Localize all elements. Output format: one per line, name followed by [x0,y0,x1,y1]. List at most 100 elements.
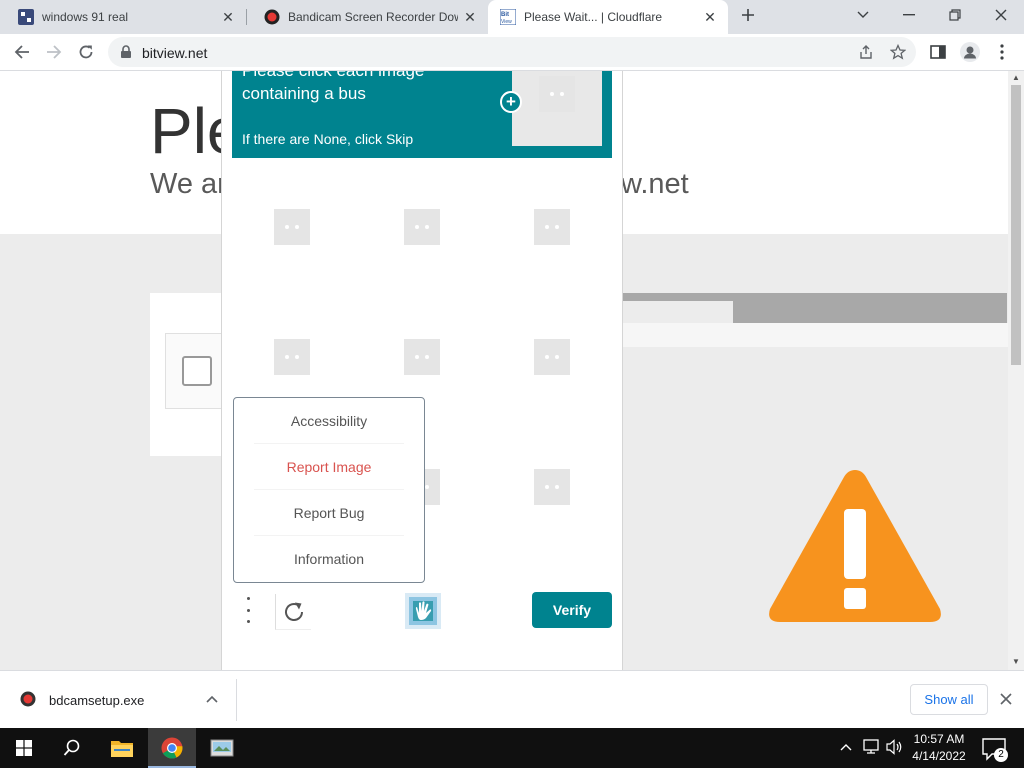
chevron-up-icon[interactable] [840,743,852,751]
clock-date[interactable]: 4/14/2022 [908,749,970,763]
image-placeholder [534,469,570,505]
star-icon[interactable] [890,44,906,60]
show-all-button[interactable]: Show all [910,684,988,715]
address-text: bitview.net [142,45,208,61]
restore-button[interactable] [932,0,978,30]
new-tab-button[interactable] [734,0,762,30]
options-menu: Accessibility Report Image Report Bug In… [233,397,425,583]
menu-item-report-bug[interactable]: Report Bug [234,491,424,535]
image-placeholder [534,339,570,375]
profile-button[interactable] [956,38,984,66]
bitview-logo-icon [18,9,34,25]
challenge-image-2[interactable] [357,162,487,292]
tab-search-icon [857,11,869,18]
tab-cloudflare[interactable]: Bit View Please Wait... | Cloudflare ✕ [488,0,728,34]
forward-arrow-icon [47,45,62,59]
volume-icon[interactable] [886,739,904,755]
hcaptcha-logo-icon[interactable] [405,593,441,629]
restore-icon [949,9,961,21]
back-button[interactable] [8,38,36,66]
prompt-instructions: If there are None, click Skip [242,131,414,147]
chevron-up-icon [206,695,218,703]
minimize-button[interactable] [886,0,932,30]
tab-search-button[interactable] [840,0,886,30]
turnstile-widget [165,333,222,409]
taskbar-app[interactable] [198,728,246,768]
scroll-up-icon[interactable]: ▲ [1012,73,1020,82]
download-filename[interactable]: bdcamsetup.exe [49,693,144,708]
scroll-thumb[interactable] [1011,85,1021,365]
file-explorer-icon [111,741,133,757]
example-image [512,71,602,146]
side-panel-button[interactable] [924,38,952,66]
profile-icon [960,42,980,62]
close-tab-icon[interactable]: ✕ [216,5,240,29]
clock-time[interactable]: 10:57 AM [908,732,970,746]
prompt-text-line1: Please click each image [242,71,424,81]
plus-icon[interactable]: + [500,91,522,113]
more-options-icon[interactable] [240,597,256,623]
plus-icon [742,9,754,21]
forward-button[interactable] [40,38,68,66]
scroll-down-icon[interactable]: ▼ [1012,657,1020,666]
browser-toolbar: bitview.net [0,34,1024,71]
image-placeholder [404,209,440,245]
start-icon [16,740,32,756]
taskbar-chrome[interactable] [148,728,196,768]
close-download-bar-button[interactable] [994,687,1018,711]
page-subheading-end: w.net [621,168,689,200]
close-tab-icon[interactable]: ✕ [458,5,482,29]
menu-divider [254,443,404,444]
challenge-image-3[interactable] [487,162,617,292]
page-subheading: We ar [150,168,227,200]
menu-item-accessibility[interactable]: Accessibility [234,399,424,443]
taskbar-search-button[interactable] [48,728,96,768]
image-placeholder [274,209,310,245]
chrome-menu-button[interactable] [988,38,1016,66]
start-button[interactable] [0,728,48,768]
image-placeholder [534,209,570,245]
close-window-button[interactable] [978,0,1024,30]
download-bar: bdcamsetup.exe Show all [0,670,1024,728]
bandicam-icon [264,9,280,25]
reload-button[interactable] [72,38,100,66]
refresh-button[interactable] [275,594,311,630]
address-bar[interactable]: bitview.net [108,37,916,67]
verify-button[interactable]: Verify [532,592,612,628]
reload-icon [79,45,93,59]
download-separator [236,679,237,721]
share-icon[interactable] [858,44,874,60]
network-icon[interactable] [862,739,880,755]
download-options-button[interactable] [200,685,224,713]
progress-row [623,323,1008,347]
close-icon [1000,693,1012,705]
svg-text:View: View [501,19,512,25]
tab-windows-91[interactable]: windows 91 real ✕ [0,0,246,34]
refresh-icon [285,602,303,621]
challenge-image-9[interactable] [487,422,617,552]
close-tab-icon[interactable]: ✕ [698,5,722,29]
tab-bandicam[interactable]: Bandicam Screen Recorder Down ✕ [246,0,488,34]
tab-title: Please Wait... | Cloudflare [524,10,663,24]
minimize-icon [903,14,915,16]
progress-notch [623,301,733,325]
menu-item-report-image[interactable]: Report Image [234,445,424,489]
menu-item-information[interactable]: Information [234,537,424,581]
challenge-image-6[interactable] [487,292,617,422]
svg-text:Bit: Bit [501,12,509,18]
page-scrollbar[interactable]: ▲ ▼ [1008,71,1024,670]
back-arrow-icon [14,45,29,59]
lock-icon[interactable] [120,45,132,59]
taskbar-file-explorer[interactable] [98,728,146,768]
verify-checkbox[interactable] [182,356,212,386]
menu-divider [254,535,404,536]
tab-title: Bandicam Screen Recorder Down [288,10,458,24]
kebab-menu-icon [1000,44,1004,60]
bandicam-installer-icon [20,691,36,707]
notification-count-badge: 2 [994,748,1008,762]
bitview-logo-icon: Bit View [500,9,516,25]
chrome-icon [161,737,183,759]
menu-divider [254,489,404,490]
warning-triangle-icon [769,470,941,622]
challenge-image-1[interactable] [227,162,357,292]
